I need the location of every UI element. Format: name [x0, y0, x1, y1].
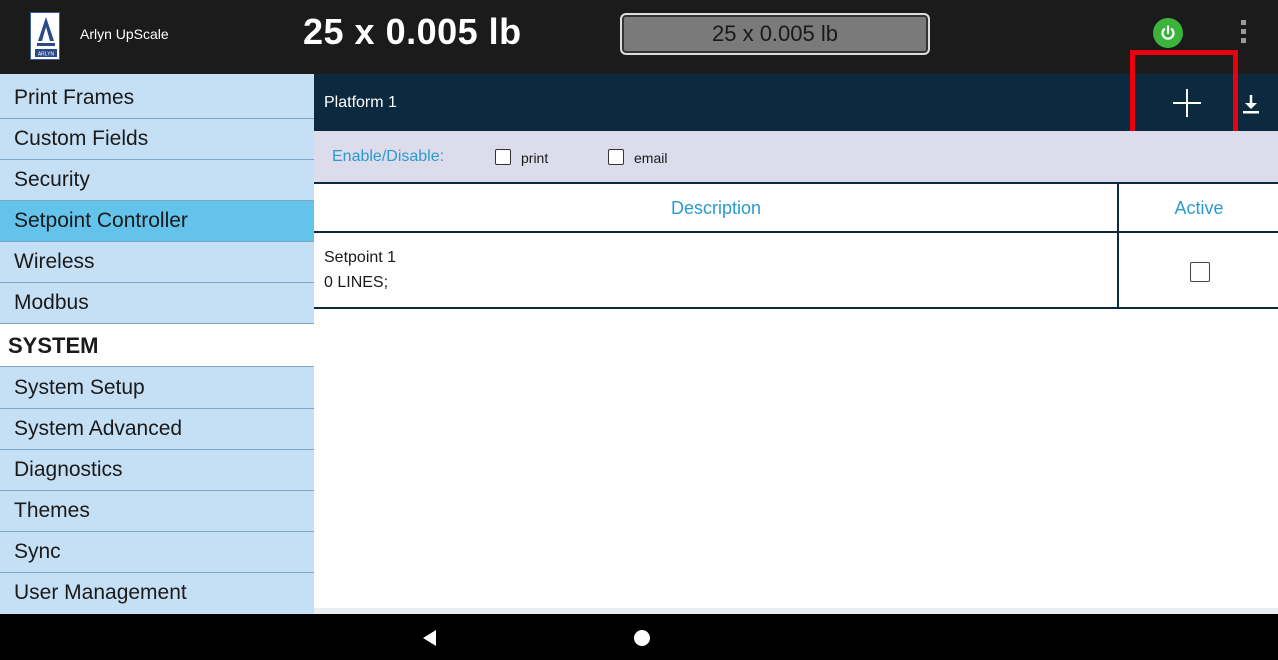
- platform-bar: Platform 1: [314, 74, 1278, 131]
- weight-box-text: 25 x 0.005 lb: [712, 21, 838, 46]
- power-button[interactable]: [1153, 18, 1183, 48]
- enable-disable-row: Enable/Disable: print email: [314, 131, 1278, 184]
- email-checkbox[interactable]: [608, 149, 624, 165]
- sidebar-item-diagnostics[interactable]: Diagnostics: [0, 450, 314, 491]
- sidebar: Print Frames Custom Fields Security Setp…: [0, 74, 314, 614]
- download-icon: [1243, 95, 1259, 114]
- column-header-active[interactable]: Active: [1120, 184, 1278, 233]
- column-header-description[interactable]: Description: [314, 184, 1118, 233]
- sidebar-item-sync[interactable]: Sync: [0, 532, 314, 573]
- sidebar-item-user-management[interactable]: User Management: [0, 573, 314, 614]
- sidebar-item-setpoint-controller[interactable]: Setpoint Controller: [0, 201, 314, 242]
- setpoint-detail: 0 LINES;: [324, 274, 389, 291]
- sidebar-item-custom-fields[interactable]: Custom Fields: [0, 119, 314, 160]
- sidebar-item-print-frames[interactable]: Print Frames: [0, 78, 314, 119]
- home-button[interactable]: [634, 630, 650, 646]
- overflow-menu-icon[interactable]: [1238, 20, 1248, 50]
- logo-text: ARLYN: [38, 52, 55, 58]
- sidebar-item-security[interactable]: Security: [0, 160, 314, 201]
- app-name: Arlyn UpScale: [80, 26, 169, 42]
- sidebar-item-modbus[interactable]: Modbus: [0, 283, 314, 324]
- sidebar-section-system: SYSTEM: [0, 324, 314, 367]
- platform-title: Platform 1: [324, 94, 397, 111]
- power-icon: [1161, 25, 1175, 40]
- navigation-bar: [0, 614, 1278, 660]
- print-label: print: [521, 150, 549, 166]
- active-checkbox[interactable]: [1190, 262, 1210, 282]
- sidebar-item-system-setup[interactable]: System Setup: [0, 367, 314, 409]
- print-checkbox[interactable]: [495, 149, 511, 165]
- weight-display: 25 x 0.005 lb: [303, 11, 522, 52]
- back-button[interactable]: [420, 628, 440, 653]
- back-icon: [423, 630, 436, 646]
- add-icon: [1173, 89, 1201, 117]
- table-header: Description Active: [314, 184, 1278, 233]
- top-bar: ARLYN Arlyn UpScale 25 x 0.005 lb 25 x 0…: [0, 0, 1278, 74]
- table-row[interactable]: Setpoint 1 0 LINES;: [314, 233, 1278, 309]
- sidebar-item-themes[interactable]: Themes: [0, 491, 314, 532]
- setpoint-name: Setpoint 1: [324, 249, 397, 266]
- sidebar-item-system-advanced[interactable]: System Advanced: [0, 409, 314, 450]
- add-button[interactable]: [1168, 84, 1206, 122]
- sidebar-item-wireless[interactable]: Wireless: [0, 242, 314, 283]
- enable-disable-label: Enable/Disable:: [332, 148, 445, 165]
- arlyn-logo-icon: ARLYN: [30, 12, 60, 60]
- download-button[interactable]: [1240, 92, 1262, 116]
- weight-box[interactable]: 25 x 0.005 lb: [620, 13, 930, 55]
- email-label: email: [634, 150, 668, 166]
